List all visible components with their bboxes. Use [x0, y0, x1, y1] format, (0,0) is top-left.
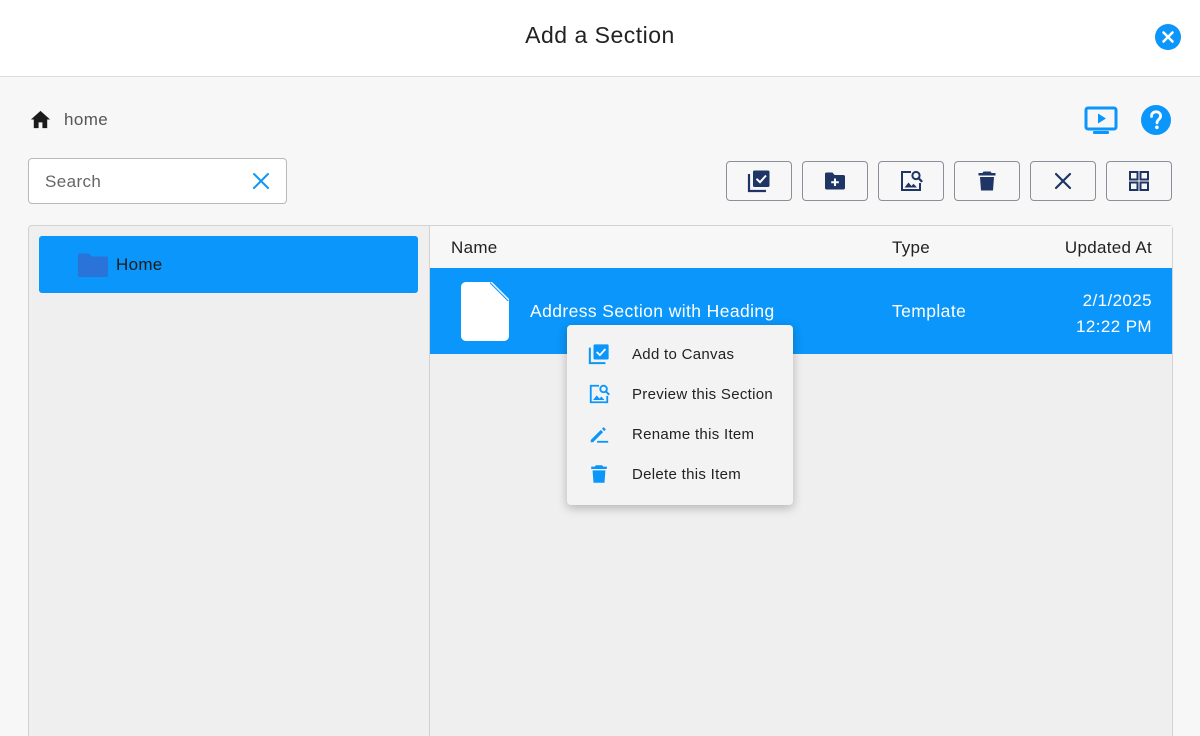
column-header-name[interactable]: Name [451, 238, 498, 258]
tree-item-home[interactable]: Home [39, 236, 418, 293]
add-to-canvas-icon [747, 170, 770, 193]
close-icon [1054, 172, 1072, 190]
delete-button[interactable] [954, 161, 1020, 201]
menu-item-label: Add to Canvas [632, 345, 735, 363]
menu-item-rename[interactable]: Rename this Item [567, 415, 793, 453]
document-icon [461, 282, 509, 341]
preview-button[interactable] [878, 161, 944, 201]
add-to-canvas-button[interactable] [726, 161, 792, 201]
dialog-title: Add a Section [525, 22, 675, 48]
clear-search-icon[interactable] [252, 172, 270, 190]
rename-icon [590, 427, 609, 443]
row-time: 12:22 PM [1076, 317, 1152, 336]
home-icon [30, 110, 51, 129]
row-name: Address Section with Heading [530, 301, 775, 321]
toolbar [726, 161, 1172, 201]
menu-item-label: Preview this Section [632, 385, 774, 403]
breadcrumb-label: home [64, 109, 109, 129]
new-folder-button[interactable] [802, 161, 868, 201]
menu-item-preview[interactable]: Preview this Section [567, 375, 793, 413]
close-dialog-icon[interactable] [1155, 24, 1181, 50]
search-input[interactable] [45, 169, 245, 195]
row-updated: 2/1/2025 12:22 PM [1076, 288, 1152, 340]
trash-icon [591, 465, 607, 483]
dialog-header: Add a Section [0, 0, 1200, 77]
help-icon[interactable] [1141, 105, 1171, 135]
menu-item-label: Rename this Item [632, 425, 755, 443]
tree-item-label: Home [116, 254, 163, 274]
search-box [28, 158, 287, 204]
folder-tree: Home [28, 225, 429, 736]
grid-view-button[interactable] [1106, 161, 1172, 201]
new-folder-icon [825, 172, 845, 190]
menu-item-delete[interactable]: Delete this Item [567, 455, 793, 493]
row-type: Template [892, 301, 967, 321]
column-header-updated[interactable]: Updated At [1065, 238, 1152, 258]
presentation-play-icon[interactable] [1084, 106, 1118, 136]
trash-icon [978, 171, 996, 191]
row-date: 2/1/2025 [1082, 291, 1152, 310]
column-header-type[interactable]: Type [892, 238, 930, 258]
table-header: Name Type Updated At [430, 226, 1172, 268]
cancel-button[interactable] [1030, 161, 1096, 201]
breadcrumb[interactable]: home [29, 108, 108, 131]
menu-item-label: Delete this Item [632, 465, 742, 483]
preview-icon [589, 384, 610, 404]
grid-view-icon [1129, 171, 1149, 191]
file-list: Name Type Updated At Address Section wit… [429, 225, 1173, 736]
folder-icon [78, 253, 108, 277]
menu-item-add-to-canvas[interactable]: Add to Canvas [567, 335, 793, 373]
table-row[interactable]: Address Section with Heading Template 2/… [430, 268, 1172, 354]
context-menu: Add to Canvas Preview this Section Renam… [567, 325, 793, 505]
preview-icon [901, 170, 923, 191]
add-to-canvas-icon [588, 344, 609, 365]
